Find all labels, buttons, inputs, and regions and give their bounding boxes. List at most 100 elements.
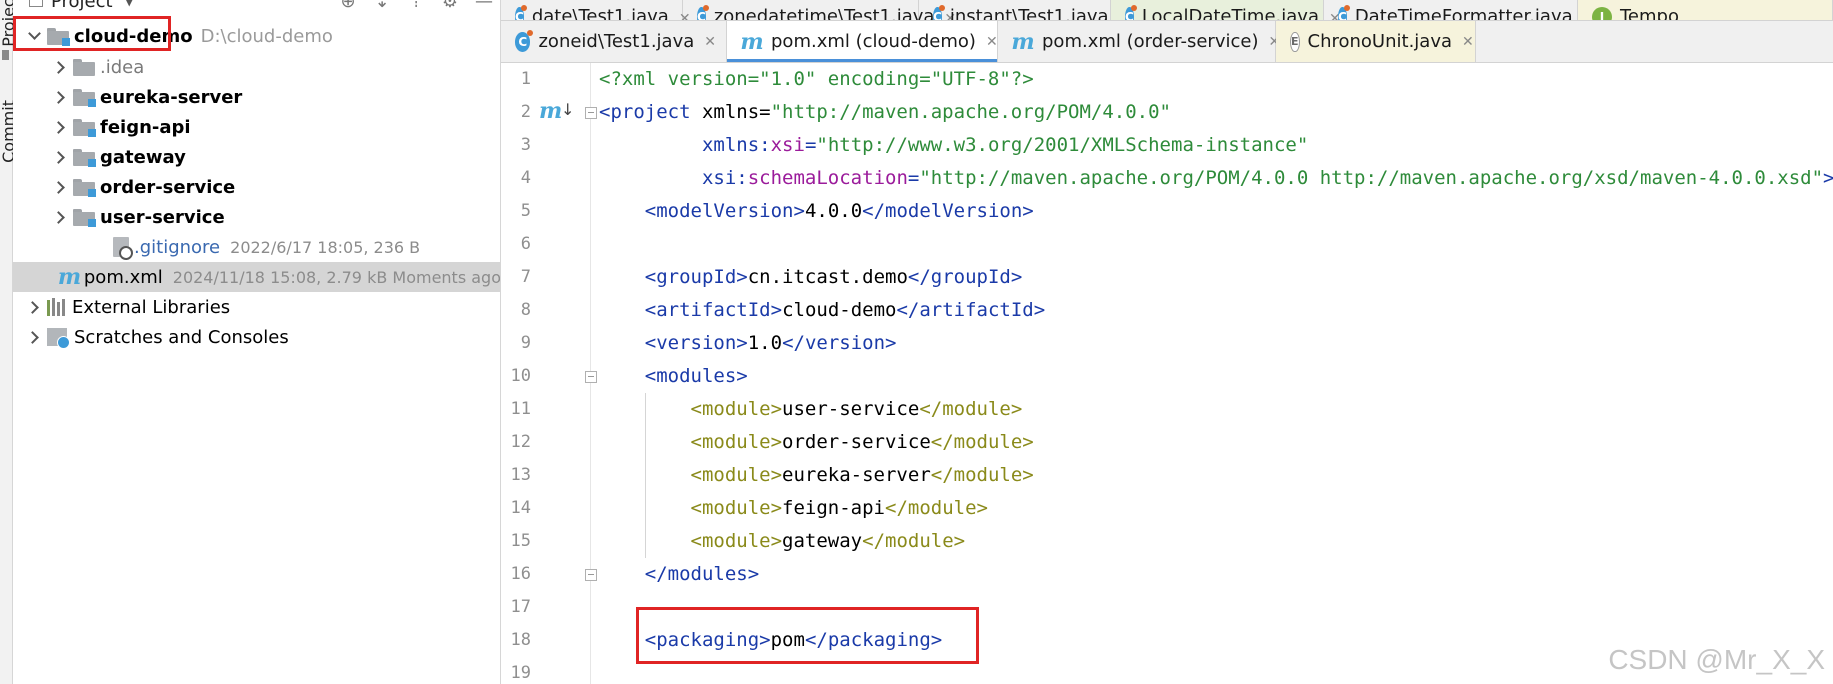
code-line[interactable]: <module>feign-api</module>	[599, 492, 988, 525]
fold-marker-icon[interactable]	[585, 569, 597, 581]
editor-tab[interactable]: E ChronoUnit.java ✕	[1276, 21, 1476, 62]
code-token: <?xml version="1.0" encoding="UTF-8"?>	[599, 68, 1034, 90]
line-number: 5	[520, 201, 531, 221]
code-token: <module	[690, 530, 771, 552]
editor-tab[interactable]: CDateTimeFormatter.java✕	[1324, 0, 1594, 20]
code-token: </module	[862, 530, 954, 552]
line-number: 16	[510, 564, 531, 584]
chevron-down-icon[interactable]: ▼	[125, 0, 134, 8]
tree-item[interactable]: order-service	[13, 172, 500, 202]
editor-tab-label: ChronoUnit.java	[1307, 31, 1453, 52]
minimize-icon[interactable]: —	[467, 0, 500, 12]
code-token: >	[770, 431, 783, 453]
code-token: :	[736, 167, 748, 189]
code-token: <module	[690, 464, 771, 486]
close-icon[interactable]: ✕	[986, 34, 998, 50]
module-badge-icon	[88, 218, 96, 227]
arrow-down-icon[interactable]: ↓	[561, 100, 574, 119]
code-editor[interactable]: 1 2 3 4 5 6 7 8 9 10 11 12 13 14 15 16 17 18 19 m ↓ <?xml ve…	[501, 63, 1833, 684]
code-line[interactable]: xmlns:xsi="http://www.w3.org/2001/XMLSch…	[599, 129, 1308, 162]
maven-gutter-icon[interactable]: m	[539, 98, 562, 124]
editor-tab[interactable]: Cdate\Test1.java ✕	[501, 0, 691, 21]
module-badge-icon	[88, 128, 96, 137]
target-icon[interactable]: ⊕	[331, 0, 365, 12]
code-line[interactable]: <version>1.0</version>	[599, 327, 897, 360]
editor-tab[interactable]: Czonedatetime\Test1.java ✕	[683, 0, 956, 20]
editor-tab[interactable]: m pom.xml (cloud-demo) ✕	[727, 21, 998, 62]
tree-item[interactable]: user-service	[13, 202, 500, 232]
editor-tab[interactable]: Cinstant\Test1.java✕	[919, 0, 1130, 20]
editor-tab[interactable]: m pom.xml (order-service) ✕	[998, 21, 1280, 62]
code-token: =	[907, 167, 920, 189]
fold-marker-icon[interactable]	[585, 107, 597, 119]
tree-item-path: D:\cloud-demo	[200, 25, 333, 47]
code-line[interactable]: xsi:schemaLocation="http://maven.apache.…	[599, 162, 1833, 195]
code-line[interactable]: </modules>	[599, 558, 759, 591]
chevron-right-icon[interactable]	[27, 330, 41, 344]
editor-tab[interactable]: C LocalDateTime.java ✕	[1111, 0, 1341, 20]
tree-item[interactable]: eureka-server	[13, 82, 500, 112]
close-icon[interactable]: ✕	[704, 34, 716, 50]
chevron-right-icon[interactable]	[53, 60, 67, 74]
code-token: >	[1022, 200, 1034, 222]
code-token: xmlns	[701, 134, 760, 156]
tree-item-meta: 2024/11/18 15:08, 2.79 kB Moments ago	[172, 267, 501, 287]
code-token: >	[747, 563, 760, 585]
maven-file-icon: m	[57, 264, 82, 290]
code-line[interactable]: <modules>	[599, 360, 748, 393]
code-line[interactable]: <?xml version="1.0" encoding="UTF-8"?>	[599, 63, 1034, 96]
code-token: >	[1022, 431, 1034, 453]
code-line[interactable]: <module>user-service</module>	[599, 393, 1023, 426]
highlight-box-packaging	[636, 607, 979, 664]
chevron-right-icon[interactable]	[53, 150, 67, 164]
code-line[interactable]: <groupId>cn.itcast.demo</groupId>	[599, 261, 1023, 294]
tree-item[interactable]: gateway	[13, 142, 500, 172]
tree-item[interactable]: m pom.xml 2024/11/18 15:08, 2.79 kB Moment…	[13, 262, 501, 292]
editor-tab-label: pom.xml (order-service)	[1042, 31, 1259, 52]
gear-icon[interactable]: ⚙	[433, 0, 467, 12]
tree-item[interactable]: .gitignore 2022/6/17 18:05, 236 B	[13, 232, 500, 262]
code-token: >	[770, 464, 783, 486]
tree-item[interactable]: feign-api	[13, 112, 500, 142]
editor-tab-bar-row-1: Cdate\Test1.java ✕ Czonedatetime\Test1.jav…	[501, 0, 1833, 21]
class-file-icon: C	[515, 5, 527, 20]
tree-item[interactable]: Scratches and Consoles	[13, 322, 500, 352]
chevron-right-icon[interactable]	[53, 210, 67, 224]
folder-icon	[73, 58, 95, 76]
code-token: "http://www.w3.org/2001/XMLSchema-instan…	[816, 134, 1309, 156]
code-token: <groupId	[644, 266, 737, 288]
editor-tab-label: zoneid\Test1.java	[538, 31, 695, 52]
module-folder-icon	[73, 178, 96, 197]
code-line[interactable]: <modelVersion>4.0.0</modelVersion>	[599, 195, 1034, 228]
tree-item-label: .gitignore	[134, 236, 221, 258]
code-line[interactable]: <project xmlns="http://maven.apache.org/…	[599, 96, 1171, 129]
line-number: 10	[510, 366, 531, 386]
chevron-right-icon[interactable]	[53, 120, 67, 134]
fold-marker-icon[interactable]	[585, 371, 597, 383]
project-tool-marker	[2, 50, 9, 60]
collapse-icon[interactable]: ⇣	[365, 0, 399, 12]
code-line[interactable]: <module>order-service</module>	[599, 426, 1034, 459]
code-line[interactable]: <module>gateway</module>	[599, 525, 966, 558]
tree-item[interactable]: External Libraries	[13, 292, 500, 322]
code-token: </modules	[644, 563, 748, 585]
code-token: 4.0.0	[804, 200, 863, 222]
project-panel-title[interactable]: Project	[51, 0, 113, 12]
close-icon[interactable]: ✕	[1462, 34, 1474, 50]
code-token: :	[759, 134, 771, 156]
code-line[interactable]: <module>eureka-server</module>	[599, 459, 1034, 492]
chevron-right-icon[interactable]	[53, 90, 67, 104]
editor-tab-label: date\Test1.java	[531, 6, 669, 21]
module-folder-icon	[73, 88, 96, 107]
expand-icon[interactable]: ⇡	[399, 0, 433, 12]
editor-tab[interactable]: Czoneid\Test1.java ✕	[501, 21, 727, 62]
chevron-right-icon[interactable]	[27, 300, 41, 314]
code-line[interactable]: <artifactId>cloud-demo</artifactId>	[599, 294, 1045, 327]
tree-item[interactable]: .idea	[13, 52, 500, 82]
editor-tab[interactable]: I Tempo	[1578, 0, 1833, 20]
chevron-right-icon[interactable]	[53, 180, 67, 194]
line-number: 12	[510, 432, 531, 452]
